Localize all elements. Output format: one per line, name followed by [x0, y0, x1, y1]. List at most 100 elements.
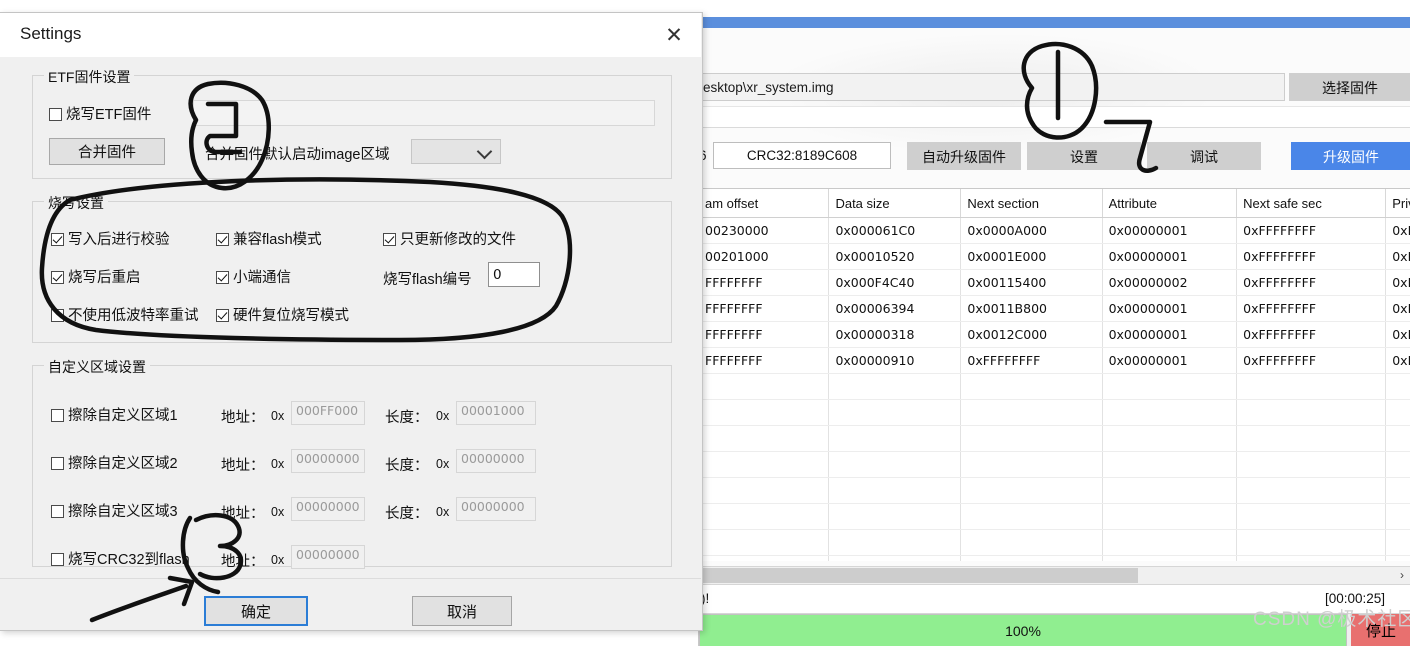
checkbox-box[interactable] — [51, 409, 64, 422]
table-cell[interactable] — [1236, 399, 1387, 426]
burn-etf-firmware-checkbox[interactable]: 烧写ETF固件 — [49, 103, 151, 124]
table-cell[interactable] — [1236, 529, 1387, 556]
reboot-after-burn-checkbox[interactable]: 烧写后重启 — [51, 266, 141, 287]
table-cell[interactable] — [1236, 555, 1387, 561]
verify-after-write-checkbox[interactable]: 写入后进行校验 — [51, 228, 170, 249]
column-header-data-size[interactable]: Data size — [828, 189, 962, 218]
table-cell[interactable]: 0xFFFFFFFFFFFFFFFFFF — [1385, 217, 1410, 244]
region-1-address-input[interactable]: 000FF000 — [291, 401, 365, 425]
table-cell[interactable]: FFFFFFFF — [699, 347, 830, 374]
table-cell[interactable] — [699, 477, 830, 504]
default-boot-image-combobox[interactable] — [411, 139, 501, 164]
column-header-private-data[interactable]: Private data — [1385, 189, 1410, 218]
table-cell[interactable]: 0x000061C0 — [828, 217, 962, 244]
compat-flash-mode-checkbox[interactable]: 兼容flash模式 — [216, 228, 322, 249]
table-cell[interactable]: 0x00000001 — [1102, 217, 1238, 244]
table-cell[interactable] — [1236, 451, 1387, 478]
table-cell[interactable] — [1385, 555, 1410, 561]
checkbox-box[interactable] — [216, 233, 229, 246]
table-cell[interactable] — [1102, 399, 1238, 426]
table-cell[interactable]: 0xFFFFFFFFFFFFFFFFFF — [1385, 321, 1410, 348]
table-horizontal-scrollbar[interactable]: › — [699, 566, 1410, 584]
table-cell[interactable] — [828, 503, 962, 530]
table-cell[interactable]: 0x0000A000 — [960, 217, 1103, 244]
table-cell[interactable]: 0x00000002 — [1102, 269, 1238, 296]
crc-address-input[interactable]: 00000000 — [291, 545, 365, 569]
table-cell[interactable]: 0xFFFFFFFFFFFFFFFFFF — [1385, 295, 1410, 322]
table-cell[interactable] — [699, 529, 830, 556]
table-cell[interactable] — [1102, 555, 1238, 561]
hw-reset-burn-mode-checkbox[interactable]: 硬件复位烧写模式 — [216, 304, 349, 325]
table-cell[interactable] — [828, 373, 962, 400]
table-row-empty[interactable] — [699, 399, 1410, 426]
table-cell[interactable] — [699, 425, 830, 452]
table-cell[interactable]: 0x00000001 — [1102, 243, 1238, 270]
table-cell[interactable] — [960, 399, 1103, 426]
table-cell[interactable] — [1385, 451, 1410, 478]
checkbox-box[interactable] — [51, 457, 64, 470]
ok-button[interactable]: 确定 — [204, 596, 308, 626]
table-cell[interactable] — [828, 477, 962, 504]
table-cell[interactable]: FFFFFFFF — [699, 321, 830, 348]
table-cell[interactable]: FFFFFFFF — [699, 269, 830, 296]
upgrade-firmware-button[interactable]: 升级固件 — [1291, 142, 1410, 170]
table-cell[interactable] — [1102, 503, 1238, 530]
table-cell[interactable] — [828, 425, 962, 452]
flash-number-input[interactable]: 0 — [488, 262, 540, 287]
table-cell[interactable]: 0xFFFFFFFF — [1236, 347, 1387, 374]
erase-custom-region-1-checkbox[interactable]: 擦除自定义区域1 — [51, 404, 178, 425]
table-cell[interactable]: 0xFFFFFFFF — [960, 347, 1103, 374]
cancel-button[interactable]: 取消 — [412, 596, 512, 626]
table-cell[interactable] — [699, 373, 830, 400]
table-cell[interactable] — [1385, 477, 1410, 504]
checkbox-box[interactable] — [51, 553, 64, 566]
region-3-address-input[interactable]: 00000000 — [291, 497, 365, 521]
table-row-empty[interactable] — [699, 477, 1410, 504]
scroll-right-arrow-icon[interactable]: › — [1395, 567, 1409, 584]
column-header-attribute[interactable]: Attribute — [1102, 189, 1238, 218]
table-row-empty[interactable] — [699, 451, 1410, 478]
region-2-address-input[interactable]: 00000000 — [291, 449, 365, 473]
table-cell[interactable]: 0xFFFFFFFFFFFFFFFFFF — [1385, 243, 1410, 270]
table-cell[interactable] — [828, 555, 962, 561]
table-cell[interactable] — [1385, 373, 1410, 400]
table-cell[interactable]: 0x00006394 — [828, 295, 962, 322]
table-row-empty[interactable] — [699, 555, 1410, 561]
table-cell[interactable]: 0x00000318 — [828, 321, 962, 348]
table-cell[interactable] — [1385, 529, 1410, 556]
table-row[interactable]: FFFFFFFF 0x00000318 0x0012C000 0x00000001 0x… — [699, 321, 1410, 348]
stop-button[interactable]: 停止 — [1351, 614, 1410, 646]
table-cell[interactable] — [699, 399, 830, 426]
checkbox-box[interactable] — [51, 309, 64, 322]
table-cell[interactable] — [1385, 399, 1410, 426]
update-modified-only-checkbox[interactable]: 只更新修改的文件 — [383, 228, 516, 249]
table-cell[interactable] — [1102, 477, 1238, 504]
table-cell[interactable] — [1102, 373, 1238, 400]
merge-firmware-button[interactable]: 合并固件 — [49, 138, 165, 165]
table-cell[interactable] — [1102, 425, 1238, 452]
firmware-path-input[interactable]: esktop\xr_system.img — [699, 73, 1285, 101]
checkbox-box[interactable] — [383, 233, 396, 246]
table-row-empty[interactable] — [699, 425, 1410, 452]
settings-button[interactable]: 设置 — [1027, 142, 1141, 170]
table-cell[interactable]: 0x000F4C40 — [828, 269, 962, 296]
table-cell[interactable] — [1236, 425, 1387, 452]
table-cell[interactable]: FFFFFFFF — [699, 295, 830, 322]
checkbox-box[interactable] — [51, 233, 64, 246]
table-row[interactable]: FFFFFFFF 0x00006394 0x0011B800 0x00000001 0x… — [699, 295, 1410, 322]
table-cell[interactable]: 00230000 — [699, 217, 830, 244]
table-cell[interactable]: 0xFFFFFFFF — [1236, 217, 1387, 244]
table-cell[interactable]: 0x00115400 — [960, 269, 1103, 296]
table-row-empty[interactable] — [699, 373, 1410, 400]
burn-crc32-to-flash-checkbox[interactable]: 烧写CRC32到flash — [51, 548, 190, 569]
select-firmware-button[interactable]: 选择固件 — [1289, 73, 1410, 101]
table-cell[interactable] — [960, 529, 1103, 556]
table-cell[interactable]: 0xFFFFFFFFFFFFFFFFFF — [1385, 269, 1410, 296]
table-row[interactable]: FFFFFFFF 0x000F4C40 0x00115400 0x00000002 0x… — [699, 269, 1410, 296]
scrollbar-thumb[interactable] — [700, 568, 1138, 583]
table-cell[interactable] — [1236, 477, 1387, 504]
table-cell[interactable] — [828, 529, 962, 556]
table-cell[interactable] — [699, 555, 830, 561]
table-cell[interactable] — [960, 451, 1103, 478]
table-cell[interactable]: 0x00000910 — [828, 347, 962, 374]
